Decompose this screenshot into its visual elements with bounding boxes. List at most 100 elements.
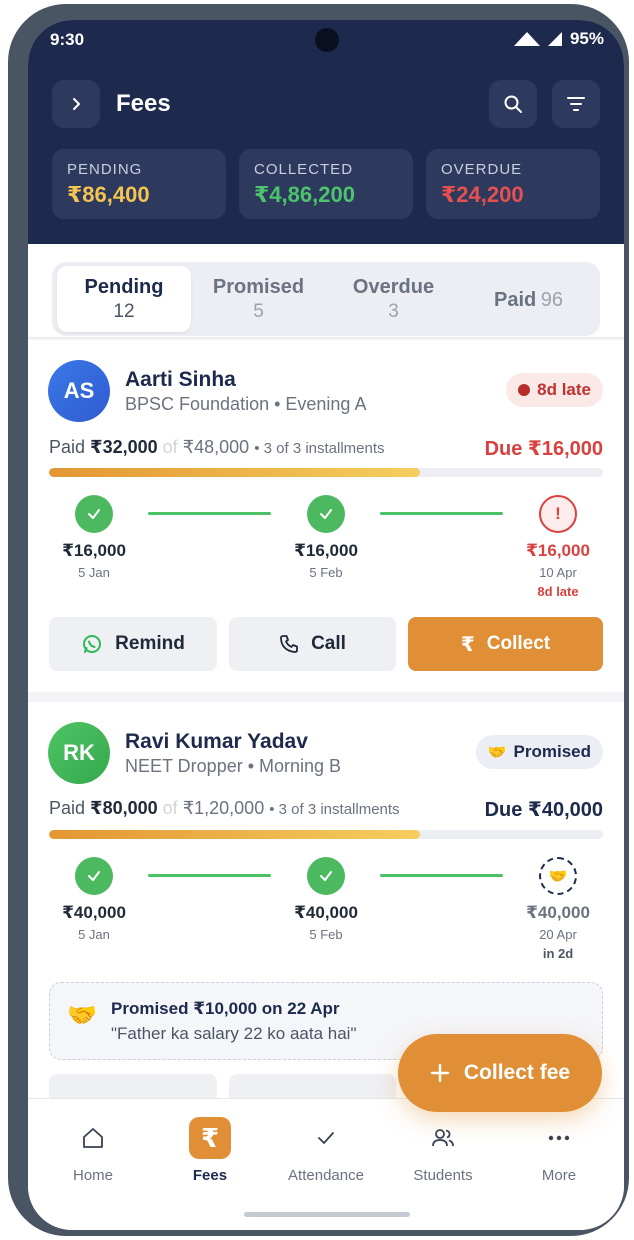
due-amount: Due ₹40,000 — [484, 799, 603, 821]
paid-summary: Paid ₹80,000 of ₹1,20,000 • 3 of 3 insta… — [49, 798, 400, 819]
app-screen: 9:30 95% Fees PENDING ₹86,400 COLLECTED … — [28, 20, 624, 1230]
handshake-icon: 🤝 — [67, 1002, 97, 1029]
paid-label: Paid — [49, 798, 86, 818]
filter-icon — [567, 97, 585, 111]
chevron-right-icon — [73, 98, 80, 110]
collect-fee-fab[interactable]: Collect fee — [398, 1034, 602, 1112]
collect-button[interactable]: ₹ Collect — [408, 617, 603, 671]
search-button[interactable] — [489, 80, 537, 128]
payment-progress — [49, 830, 603, 839]
progress-fill — [49, 830, 421, 839]
check-icon — [307, 495, 345, 533]
paid-amount: ₹80,000 — [90, 798, 158, 818]
nav-attendance[interactable]: Attendance — [276, 1117, 376, 1184]
late-dot-icon — [518, 384, 531, 396]
student-name: Ravi Kumar Yadav — [125, 730, 308, 753]
camera-notch — [315, 28, 339, 52]
promise-title: Promised ₹10,000 on 22 Apr — [111, 999, 340, 1018]
installment-milestone: ! ₹16,000 10 Apr 8d late — [503, 495, 613, 599]
phone-icon — [280, 635, 298, 653]
timeline-connector — [148, 874, 271, 877]
rupee-icon: ₹ — [189, 1117, 231, 1159]
wifi-icon — [513, 32, 540, 46]
tab-paid[interactable]: Paid 96 — [461, 266, 596, 332]
tab-overdue[interactable]: Overdue 3 — [326, 266, 461, 332]
status-bar: 9:30 95% — [28, 20, 624, 64]
stat-label: COLLECTED — [254, 161, 354, 178]
promise-quote: "Father ka salary 22 ko aata hai" — [111, 1024, 357, 1043]
installment-milestone: ₹40,000 5 Jan — [39, 857, 149, 942]
stat-label: OVERDUE — [441, 161, 523, 178]
tab-label: Promised — [212, 276, 305, 298]
check-icon — [307, 857, 345, 895]
status-badge: 🤝 Promised — [475, 735, 603, 769]
bottom-navigation: Home ₹ Fees Attendance Students More — [28, 1098, 624, 1230]
rupee-icon: ₹ — [460, 633, 475, 656]
installment-date: 20 Apr — [539, 927, 577, 942]
paid-amount: ₹32,000 — [90, 437, 158, 457]
installment-date: 5 Jan — [78, 927, 110, 942]
of-word: of — [162, 798, 178, 818]
status-badge: 8d late — [506, 373, 603, 407]
stat-value: ₹86,400 — [67, 182, 150, 207]
check-icon — [75, 857, 113, 895]
status-time: 9:30 — [50, 30, 85, 49]
tab-label: Paid — [494, 289, 537, 311]
header: 9:30 95% Fees PENDING ₹86,400 COLLECTED … — [28, 20, 624, 244]
payment-progress — [49, 468, 603, 477]
home-icon — [72, 1117, 114, 1159]
fab-label: Collect fee — [463, 1061, 571, 1084]
paid-label: Paid — [49, 437, 86, 457]
nav-more[interactable]: More — [509, 1117, 609, 1184]
installment-note: in 2d — [542, 946, 574, 961]
installment-amount: ₹40,000 — [526, 903, 590, 922]
expand-button[interactable] — [52, 80, 100, 128]
student-batch: NEET Dropper • Morning B — [125, 756, 342, 776]
phone-frame: 9:30 95% Fees PENDING ₹86,400 COLLECTED … — [8, 4, 629, 1236]
handshake-icon: 🤝 — [487, 744, 507, 761]
nav-students[interactable]: Students — [393, 1117, 493, 1184]
remind-button[interactable]: Remind — [49, 617, 217, 671]
status-right: 95% — [513, 29, 604, 49]
badge-label: Promised — [513, 742, 591, 761]
tab-label: Pending — [84, 276, 164, 298]
stat-collected: COLLECTED ₹4,86,200 — [239, 149, 413, 219]
status-tabs: Pending 12 Promised 5 Overdue 3 Paid 96 — [52, 262, 600, 336]
nav-label: Fees — [192, 1167, 228, 1184]
installment-count: • 3 of 3 installments — [254, 440, 385, 457]
tab-count: 12 — [113, 301, 135, 322]
installment-date: 5 Feb — [309, 565, 343, 580]
nav-fees[interactable]: ₹ Fees — [160, 1117, 260, 1184]
stat-value: ₹24,200 — [441, 182, 524, 207]
page-title: Fees — [116, 90, 171, 117]
installment-date: 5 Jan — [78, 565, 110, 580]
timeline-connector — [380, 512, 503, 515]
progress-fill — [49, 468, 421, 477]
tab-pending[interactable]: Pending 12 — [57, 266, 191, 332]
users-icon — [422, 1117, 464, 1159]
paid-summary: Paid ₹32,000 of ₹48,000 • 3 of 3 install… — [49, 437, 385, 458]
more-dots-icon — [538, 1117, 580, 1159]
tab-promised[interactable]: Promised 5 — [191, 266, 326, 332]
tab-count: 96 — [540, 289, 563, 311]
installment-milestone: 🤝 ₹40,000 20 Apr in 2d — [503, 857, 613, 961]
plus-icon — [430, 1063, 450, 1083]
student-card[interactable]: AS Aarti Sinha BPSC Foundation • Evening… — [28, 340, 624, 692]
alert-icon: ! — [539, 495, 577, 533]
nav-label: Home — [72, 1167, 113, 1184]
collect-label: Collect — [486, 633, 551, 654]
student-batch: BPSC Foundation • Evening A — [125, 394, 367, 414]
whatsapp-icon — [83, 635, 102, 653]
installment-milestone: ₹16,000 5 Feb — [271, 495, 381, 580]
call-button[interactable]: Call — [229, 617, 396, 671]
installment-amount: ₹40,000 — [294, 903, 358, 922]
of-word: of — [162, 437, 178, 457]
total-amount: ₹48,000 — [182, 437, 250, 457]
nav-label: More — [541, 1167, 577, 1184]
nav-label: Students — [413, 1167, 473, 1184]
battery-level: 95% — [569, 29, 604, 48]
nav-home[interactable]: Home — [43, 1117, 143, 1184]
installment-amount: ₹40,000 — [62, 903, 126, 922]
installment-amount: ₹16,000 — [526, 541, 590, 560]
filter-button[interactable] — [552, 80, 600, 128]
